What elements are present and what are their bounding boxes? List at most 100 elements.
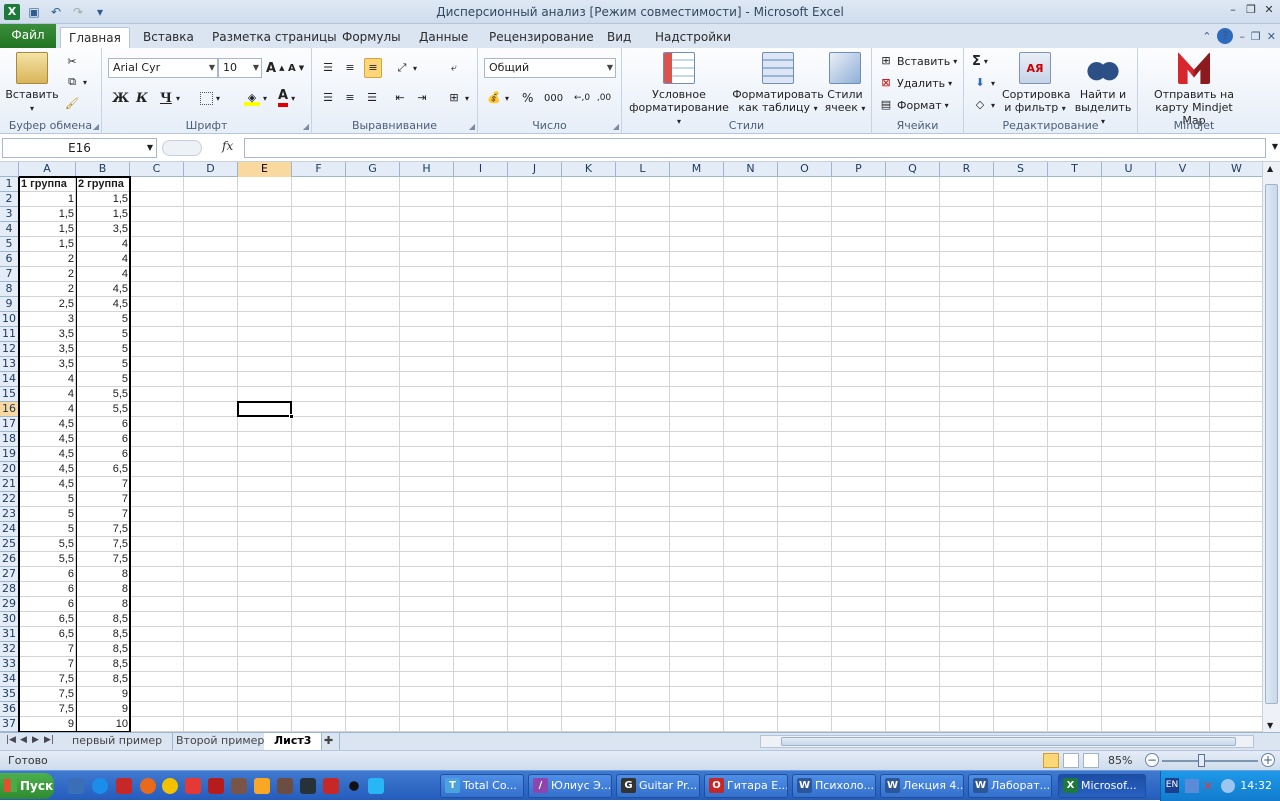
column-header-r[interactable]: R xyxy=(940,162,994,177)
underline-button[interactable]: Ч xyxy=(160,88,172,108)
format-as-table-button[interactable]: Форматировать как таблицу ▾ xyxy=(732,52,824,115)
shrink-font-button[interactable]: A ▼ xyxy=(288,58,304,78)
quicklaunch-ie-icon[interactable] xyxy=(92,778,108,794)
font-color-button[interactable]: A ▾ xyxy=(278,88,295,108)
column-header-i[interactable]: I xyxy=(454,162,508,177)
row-header-4[interactable]: 4 xyxy=(0,222,19,237)
row-header-28[interactable]: 28 xyxy=(0,582,19,597)
page-layout-view-button[interactable] xyxy=(1063,753,1079,768)
format-cells-button[interactable]: ▤ Формат ▾ xyxy=(878,95,949,115)
quicklaunch-app5-icon[interactable] xyxy=(277,778,293,794)
taskbar-item-yulius[interactable]: / Юлиус Э... xyxy=(528,774,612,798)
next-sheet-icon[interactable]: ▶ xyxy=(32,735,39,745)
quicklaunch-mindjet-icon[interactable] xyxy=(323,778,339,794)
dialog-launcher-icon[interactable]: ◢ xyxy=(613,122,619,131)
column-header-e[interactable]: E xyxy=(238,162,292,177)
wrap-text-button[interactable]: ⤶ xyxy=(446,58,462,78)
mindjet-send-button[interactable]: Отправить на карту Mindjet Map xyxy=(1142,52,1246,127)
insert-function-icon[interactable]: fx xyxy=(222,139,233,153)
column-header-s[interactable]: S xyxy=(994,162,1048,177)
column-header-u[interactable]: U xyxy=(1102,162,1156,177)
align-middle-button[interactable]: ≡ xyxy=(342,58,358,78)
horizontal-scroll-thumb[interactable] xyxy=(781,737,1236,746)
row-header-35[interactable]: 35 xyxy=(0,687,19,702)
doc-restore-icon[interactable]: ❐ xyxy=(1251,30,1261,43)
bold-button[interactable]: Ж xyxy=(112,88,129,108)
tab-insert[interactable]: Вставка xyxy=(135,27,202,48)
borders-button[interactable]: ▾ xyxy=(200,88,220,108)
quicklaunch-save-icon[interactable] xyxy=(68,778,84,794)
name-box[interactable]: E16 ▼ xyxy=(2,138,157,158)
row-header-15[interactable]: 15 xyxy=(0,387,19,402)
row-header-32[interactable]: 32 xyxy=(0,642,19,657)
column-header-o[interactable]: O xyxy=(778,162,832,177)
row-header-34[interactable]: 34 xyxy=(0,672,19,687)
row-header-6[interactable]: 6 xyxy=(0,252,19,267)
clear-button[interactable]: ◇ ▾ xyxy=(972,95,995,115)
help-icon[interactable]: ? xyxy=(1217,28,1234,44)
column-header-a[interactable]: A xyxy=(19,162,76,177)
prev-sheet-icon[interactable]: ◀ xyxy=(20,735,27,745)
row-header-17[interactable]: 17 xyxy=(0,417,19,432)
row-header-25[interactable]: 25 xyxy=(0,537,19,552)
row-header-29[interactable]: 29 xyxy=(0,597,19,612)
row-header-26[interactable]: 26 xyxy=(0,552,19,567)
row-header-1[interactable]: 1 xyxy=(0,177,19,192)
quicklaunch-app6-icon[interactable] xyxy=(368,778,384,794)
tray-error-icon[interactable]: ✕ xyxy=(1203,779,1217,793)
row-header-36[interactable]: 36 xyxy=(0,702,19,717)
cell-styles-button[interactable]: Стили ячеек ▾ xyxy=(822,52,868,115)
dialog-launcher-icon[interactable]: ◢ xyxy=(93,122,99,131)
row-header-22[interactable]: 22 xyxy=(0,492,19,507)
sheet-tab-list3[interactable]: Лист3 xyxy=(264,733,323,750)
insert-cells-button[interactable]: ⊞ Вставить ▾ xyxy=(878,51,957,71)
row-header-37[interactable]: 37 xyxy=(0,717,19,732)
column-header-h[interactable]: H xyxy=(400,162,454,177)
fill-button[interactable]: ⬇ ▾ xyxy=(972,73,995,93)
paste-button[interactable]: Вставить ▾ xyxy=(4,52,60,115)
formula-input[interactable] xyxy=(244,138,1266,158)
column-header-c[interactable]: C xyxy=(130,162,184,177)
row-header-10[interactable]: 10 xyxy=(0,312,19,327)
minimize-icon[interactable]: – xyxy=(1226,3,1240,17)
row-header-13[interactable]: 13 xyxy=(0,357,19,372)
column-header-n[interactable]: N xyxy=(724,162,778,177)
row-header-16[interactable]: 16 xyxy=(0,402,19,417)
cut-button[interactable]: ✂ xyxy=(64,52,80,72)
column-header-p[interactable]: P xyxy=(832,162,886,177)
sheet-tab-first-example[interactable]: первый пример xyxy=(62,733,174,750)
row-header-12[interactable]: 12 xyxy=(0,342,19,357)
tab-formulas[interactable]: Формулы xyxy=(334,27,409,48)
first-sheet-icon[interactable]: |◀ xyxy=(6,735,16,745)
vertical-scrollbar[interactable]: ▲ ▼ xyxy=(1262,162,1280,732)
scroll-down-icon[interactable]: ▼ xyxy=(1267,721,1273,730)
column-header-l[interactable]: L xyxy=(616,162,670,177)
font-size-select[interactable]: 10 ▼ xyxy=(218,58,262,78)
align-bottom-button[interactable]: ≡ xyxy=(364,58,382,78)
column-header-k[interactable]: K xyxy=(562,162,616,177)
increase-decimal-button[interactable]: ←,0 xyxy=(574,88,590,108)
taskbar-item-opera[interactable]: O Гитара E... xyxy=(704,774,788,798)
network-icon[interactable] xyxy=(1185,779,1199,793)
fill-handle[interactable] xyxy=(289,414,294,419)
quicklaunch-firefox-icon[interactable] xyxy=(140,778,156,794)
row-header-23[interactable]: 23 xyxy=(0,507,19,522)
row-header-11[interactable]: 11 xyxy=(0,327,19,342)
column-header-q[interactable]: Q xyxy=(886,162,940,177)
quicklaunch-app3-icon[interactable] xyxy=(231,778,247,794)
taskbar-item-word-psych[interactable]: W Психоло... xyxy=(792,774,876,798)
row-header-24[interactable]: 24 xyxy=(0,522,19,537)
italic-button[interactable]: К xyxy=(136,88,148,108)
restore-icon[interactable]: ❐ xyxy=(1244,3,1258,17)
vertical-scroll-thumb[interactable] xyxy=(1265,184,1278,704)
row-header-18[interactable]: 18 xyxy=(0,432,19,447)
language-indicator[interactable]: EN xyxy=(1165,778,1179,793)
increase-indent-button[interactable]: ⇥ xyxy=(414,88,430,108)
row-header-9[interactable]: 9 xyxy=(0,297,19,312)
start-button[interactable]: Пуск xyxy=(0,773,54,799)
expand-formula-bar-icon[interactable]: ▼ xyxy=(1272,142,1278,151)
doc-close-icon[interactable]: ✕ xyxy=(1267,30,1276,43)
select-all-corner[interactable] xyxy=(0,162,19,177)
align-center-button[interactable]: ≡ xyxy=(342,88,358,108)
column-header-b[interactable]: B xyxy=(76,162,130,177)
